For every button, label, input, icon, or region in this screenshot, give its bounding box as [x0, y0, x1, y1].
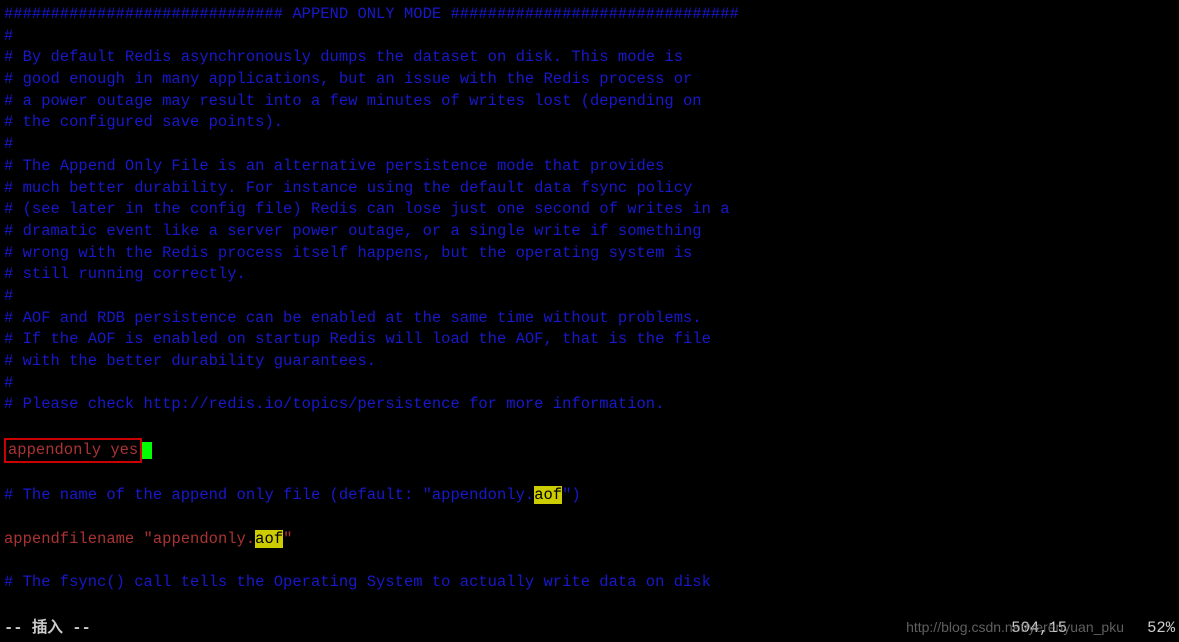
search-highlight: aof: [255, 530, 283, 548]
quote: ": [144, 530, 153, 548]
comment-line: # AOF and RDB persistence can be enabled…: [4, 308, 1175, 330]
comment-header: ############################## APPEND ON…: [4, 4, 1175, 26]
config-appendonly-line[interactable]: appendonly yes: [4, 438, 1175, 464]
comment-line: # a power outage may result into a few m…: [4, 91, 1175, 113]
config-key: appendfilename: [4, 530, 144, 548]
blank-line: [4, 463, 1175, 485]
comment-text: "): [562, 486, 581, 504]
comment-line: # The fsync() call tells the Operating S…: [4, 572, 1175, 594]
comment-line: # Please check http://redis.io/topics/pe…: [4, 394, 1175, 416]
comment-line: # still running correctly.: [4, 264, 1175, 286]
vim-mode-indicator: -- 插入 --: [4, 618, 91, 640]
comment-line: # By default Redis asynchronously dumps …: [4, 47, 1175, 69]
comment-line: #: [4, 286, 1175, 308]
blank-line: [4, 550, 1175, 572]
config-appendfilename-line[interactable]: appendfilename "appendonly.aof": [4, 529, 1175, 551]
scroll-percent: 52%: [1147, 618, 1175, 640]
appendonly-setting: appendonly yes: [4, 438, 142, 464]
comment-line: # (see later in the config file) Redis c…: [4, 199, 1175, 221]
comment-line: # dramatic event like a server power out…: [4, 221, 1175, 243]
comment-text: # The name of the append only file (defa…: [4, 486, 534, 504]
comment-line: # with the better durability guarantees.: [4, 351, 1175, 373]
search-highlight: aof: [534, 486, 562, 504]
cursor: [142, 442, 152, 459]
quote: ": [283, 530, 292, 548]
comment-line: # much better durability. For instance u…: [4, 178, 1175, 200]
comment-line: # the configured save points).: [4, 112, 1175, 134]
comment-line: #: [4, 373, 1175, 395]
comment-line: #: [4, 134, 1175, 156]
blank-line: [4, 416, 1175, 438]
comment-line: # good enough in many applications, but …: [4, 69, 1175, 91]
comment-line: #: [4, 26, 1175, 48]
blank-line: [4, 507, 1175, 529]
comment-line: # The name of the append only file (defa…: [4, 485, 1175, 507]
comment-line: # If the AOF is enabled on startup Redis…: [4, 329, 1175, 351]
config-value: appendonly.: [153, 530, 255, 548]
watermark: http://blog.csdn.net/yerenyuan_pku: [906, 618, 1124, 638]
comment-line: # The Append Only File is an alternative…: [4, 156, 1175, 178]
comment-line: # wrong with the Redis process itself ha…: [4, 243, 1175, 265]
